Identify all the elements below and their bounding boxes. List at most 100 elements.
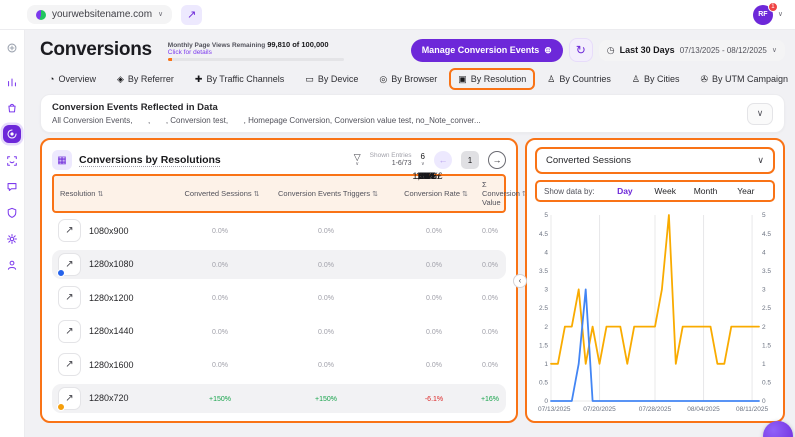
refresh-button[interactable]: ↻ (568, 38, 593, 62)
conversions-icon[interactable] (3, 125, 21, 143)
period-week[interactable]: Week (645, 186, 685, 196)
report-tabs: ◔ Overview ◈ By Referrer ✚ By Traffic Channel… (40, 68, 788, 90)
y-tick-label: 0 (762, 398, 766, 405)
quota-progress-fill (167, 57, 173, 61)
pageviews-quota: Monthly Page Views Remaining 99,810 of 10… (167, 40, 344, 61)
table-row-1280x720[interactable]: ↗ 1280x720 57 +150% 737 +150% 86% -6.1% 1,854 £ +… (52, 171, 506, 413)
shield-icon[interactable] (4, 204, 21, 221)
settings-icon[interactable] (4, 230, 21, 247)
value-cell: 1,854 £ +16% (412, 171, 500, 403)
y-tick-label: 5 (762, 212, 766, 219)
tab-by-countries[interactable]: ♙ By Countries (538, 68, 620, 90)
tab-by-browser[interactable]: ◎ By Browser (370, 68, 446, 90)
chevron-left-icon: ‹ (518, 276, 522, 285)
refresh-icon: ↻ (575, 43, 586, 57)
tab-label: By Referrer (127, 74, 174, 84)
series-color-dot (57, 402, 65, 411)
page-title: Conversions (40, 39, 152, 60)
y-tick-label: 2.5 (539, 305, 548, 312)
external-link-icon: ↗ (187, 9, 197, 21)
prev-page-button[interactable]: ← (434, 151, 452, 169)
by-referrer-icon: ◈ (116, 73, 124, 84)
page-size-select[interactable]: 6 ∨ (421, 153, 425, 167)
date-range-picker[interactable]: ◷ Last 30 Days 07/13/2025 - 08/12/2025 ∨ (598, 39, 785, 61)
y-tick-label: 2 (544, 324, 548, 331)
main-content: Conversions Monthly Page Views Remaining… (25, 30, 795, 437)
chevron-down-icon: ∨ (756, 108, 764, 118)
visitors-icon[interactable] (4, 152, 21, 169)
x-tick-label: 07/20/2025 (583, 406, 616, 413)
by-traffic-channels-icon: ✚ (194, 73, 203, 84)
site-selector[interactable]: yourwebsitename.com ∨ (27, 5, 173, 24)
tab-by-utm-campaign[interactable]: ✇ By UTM Campaign (691, 68, 795, 90)
filter-funnel-button[interactable]: ▽ ∨ (354, 153, 361, 167)
by-countries-icon: ♙ (547, 73, 556, 84)
target-plus-icon[interactable] (4, 39, 21, 56)
y-tick-label: 0.5 (762, 380, 771, 387)
show-data-by-toggle: Show data by: Day Week Month Year (535, 180, 775, 202)
x-tick-label: 07/13/2025 (538, 406, 571, 413)
summary-title: Conversion Events Reflected in Data (52, 102, 218, 113)
period-options: Day Week Month Year (605, 186, 766, 196)
y-tick-label: 3.5 (762, 268, 771, 275)
tab-by-cities[interactable]: ♙ By Cities (623, 68, 689, 90)
open-site-button[interactable]: ↗ (181, 4, 203, 25)
next-page-button[interactable]: → (488, 151, 506, 169)
page-header: Conversions Monthly Page Views Remaining… (40, 33, 785, 67)
by-resolution-icon: ▣ (458, 73, 467, 84)
site-favicon (36, 9, 46, 20)
collapse-panel-handle[interactable]: ‹ (513, 273, 527, 288)
chat-icon[interactable] (4, 178, 21, 195)
by-device-icon: ▭ (305, 73, 314, 84)
y-tick-label: 4 (544, 249, 548, 256)
notification-badge: 1 (767, 1, 778, 12)
site-name: yourwebsitename.com (52, 9, 153, 20)
by-browser-icon: ◎ (379, 73, 388, 84)
y-tick-label: 3.5 (539, 268, 548, 275)
metric-dropdown-value: Converted Sessions (546, 155, 632, 166)
y-tick-label: 0 (544, 398, 548, 405)
analytics-icon[interactable] (4, 73, 21, 90)
x-tick-label: 08/04/2025 (687, 406, 720, 413)
by-utm-campaign-icon: ✇ (700, 73, 709, 84)
conversions-line-chart: 07/13/2025 07/20/2025 07/28/2025 08/04/2025… (535, 208, 775, 414)
period-day[interactable]: Day (605, 186, 645, 196)
tab-by-device[interactable]: ▭ By Device (296, 68, 367, 90)
content-row: ▦ Conversions by Resolutions ▽ ∨ Shown E… (40, 138, 785, 423)
x-tick-label: 07/28/2025 (639, 406, 672, 413)
period-year[interactable]: Year (726, 186, 766, 196)
series-color-dot (57, 268, 65, 277)
manage-conversion-events-button[interactable]: Manage Conversion Events ⊕ (410, 38, 563, 62)
tab-by-resolution[interactable]: ▣ By Resolution (449, 68, 536, 90)
date-range-value: 07/13/2025 - 08/12/2025 (679, 45, 767, 55)
table-body: ↗ 1080x900 1 0.0% 3 0.0% 100% 0.0% 20 £0.0% ↗ 1280… (52, 171, 506, 415)
quota-label: Monthly Page Views Remaining (167, 41, 266, 49)
tab-label: By Browser (391, 74, 438, 84)
tab-by-referrer[interactable]: ◈ By Referrer (108, 68, 183, 90)
profile-icon[interactable] (4, 256, 21, 273)
y-tick-label: 2 (762, 324, 766, 331)
chevron-down-icon: ∨ (771, 46, 777, 54)
account-chevron-icon[interactable]: ∨ (778, 11, 783, 18)
shown-entries: Shown Entries 1-6/73 (369, 151, 412, 167)
plus-circle-icon: ⊕ (544, 44, 552, 55)
app-sidebar (0, 30, 25, 437)
expand-summary-button[interactable]: ∨ (747, 102, 773, 125)
account-menu[interactable]: RF 1 (752, 1, 778, 25)
chart-card: Converted Sessions ∨ Show data by: Day We… (525, 138, 785, 423)
quota-details-link[interactable]: Click for details (168, 49, 344, 56)
tab-overview[interactable]: ◔ Overview (40, 68, 105, 90)
browser-top-bar: yourwebsitename.com ∨ ↗ RF 1 ∨ (0, 0, 795, 30)
current-page[interactable]: 1 (461, 151, 479, 169)
tab-by-traffic-channels[interactable]: ✚ By Traffic Channels (186, 68, 293, 90)
y-tick-label: 2.5 (762, 305, 771, 312)
chevron-down-icon: ∨ (158, 11, 164, 18)
quota-progress-bar (167, 57, 344, 61)
shop-bag-icon[interactable] (4, 99, 21, 116)
y-tick-label: 1 (762, 361, 766, 368)
summary-events-list: All Conversion Events, , , Conversion te… (52, 116, 481, 125)
table-title: Conversions by Resolutions (79, 154, 221, 166)
metric-dropdown[interactable]: Converted Sessions ∨ (535, 147, 775, 174)
tab-label: By Device (317, 74, 359, 84)
period-month[interactable]: Month (685, 186, 725, 196)
